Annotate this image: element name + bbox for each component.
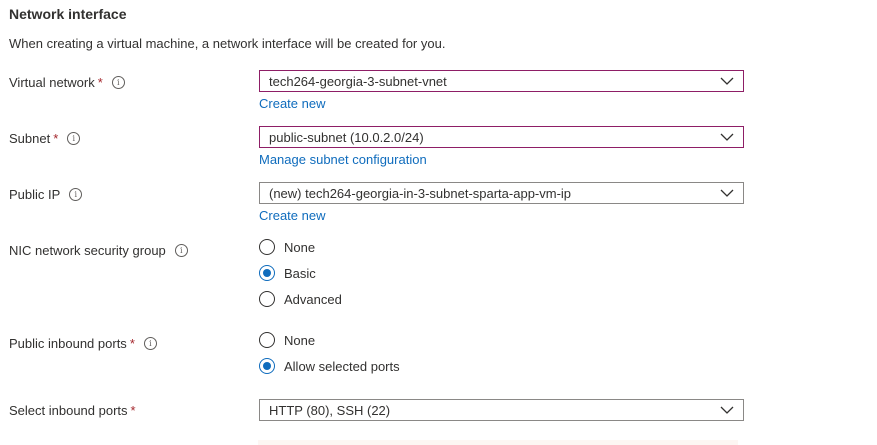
subnet-dropdown[interactable]: public-subnet (10.0.2.0/24)	[259, 126, 744, 148]
nic-nsg-option-basic[interactable]: Basic	[259, 265, 316, 281]
select-inbound-ports-label: Select inbound ports	[9, 403, 128, 418]
public-inbound-ports-label: Public inbound ports	[9, 336, 127, 351]
section-description: When creating a virtual machine, a netwo…	[9, 36, 446, 51]
nic-nsg-option-none[interactable]: None	[259, 239, 315, 255]
radio-selected-icon	[259, 358, 275, 374]
required-mark: *	[97, 75, 103, 90]
public-ip-value: (new) tech264-georgia-in-3-subnet-sparta…	[269, 185, 572, 201]
radio-label: None	[284, 332, 316, 348]
info-icon[interactable]: i	[67, 132, 81, 145]
info-icon[interactable]: i	[143, 337, 157, 350]
radio-label: Advanced	[284, 291, 342, 307]
subnet-value: public-subnet (10.0.2.0/24)	[269, 129, 424, 145]
select-inbound-ports-value: HTTP (80), SSH (22)	[269, 402, 391, 418]
info-icon[interactable]: i	[69, 188, 83, 201]
radio-label: Allow selected ports	[284, 358, 400, 374]
radio-icon	[259, 332, 275, 348]
manage-subnet-configuration-link[interactable]: Manage subnet configuration	[259, 152, 427, 167]
radio-icon	[259, 291, 275, 307]
warning-banner-edge	[258, 440, 738, 445]
required-mark: *	[53, 131, 59, 146]
radio-label: Basic	[284, 265, 316, 281]
public-inbound-ports-option-none[interactable]: None	[259, 332, 315, 348]
info-icon[interactable]: i	[174, 244, 188, 257]
public-ip-dropdown[interactable]: (new) tech264-georgia-in-3-subnet-sparta…	[259, 182, 744, 204]
public-ip-label: Public IP	[9, 187, 61, 202]
public-inbound-ports-label-row: Public inbound ports * i	[9, 336, 157, 351]
chevron-down-icon	[720, 133, 734, 141]
nic-nsg-option-advanced[interactable]: Advanced	[259, 291, 342, 307]
radio-selected-icon	[259, 265, 275, 281]
subnet-label: Subnet	[9, 131, 51, 146]
radio-icon	[259, 239, 275, 255]
virtual-network-value: tech264-georgia-3-subnet-vnet	[269, 73, 447, 89]
required-mark: *	[130, 403, 136, 418]
virtual-network-label-row: Virtual network * i	[9, 75, 125, 90]
public-ip-create-new-link[interactable]: Create new	[259, 208, 325, 223]
select-inbound-ports-label-row: Select inbound ports *	[9, 403, 136, 418]
info-icon[interactable]: i	[111, 76, 125, 89]
virtual-network-dropdown[interactable]: tech264-georgia-3-subnet-vnet	[259, 70, 744, 92]
radio-label: None	[284, 239, 316, 255]
chevron-down-icon	[720, 406, 734, 414]
required-mark: *	[129, 336, 135, 351]
nic-nsg-label: NIC network security group	[9, 243, 166, 258]
chevron-down-icon	[720, 189, 734, 197]
public-inbound-ports-option-allow-selected[interactable]: Allow selected ports	[259, 358, 400, 374]
virtual-network-create-new-link[interactable]: Create new	[259, 96, 325, 111]
virtual-network-label: Virtual network	[9, 75, 95, 90]
nic-nsg-label-row: NIC network security group i	[9, 243, 188, 258]
public-ip-label-row: Public IP i	[9, 187, 83, 202]
chevron-down-icon	[720, 77, 734, 85]
section-title: Network interface	[9, 6, 127, 22]
select-inbound-ports-dropdown[interactable]: HTTP (80), SSH (22)	[259, 399, 744, 421]
subnet-label-row: Subnet * i	[9, 131, 81, 146]
